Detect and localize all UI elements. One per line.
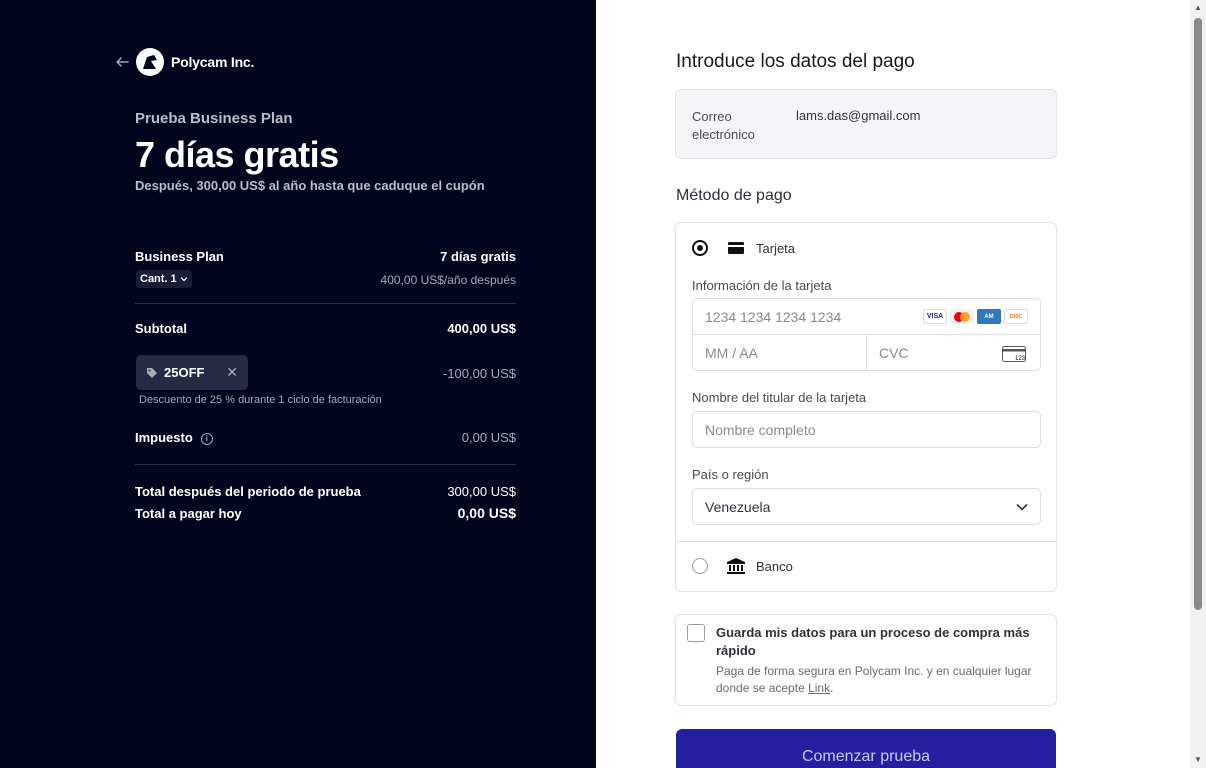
page-scrollbar[interactable]: ▲ ▼ xyxy=(1190,0,1206,768)
country-label: País o región xyxy=(692,467,769,482)
holder-label: Nombre del titular de la tarjeta xyxy=(692,390,867,405)
coupon-description: Descuento de 25 % durante 1 ciclo de fac… xyxy=(139,394,382,406)
visa-icon: VISA xyxy=(923,309,947,324)
coupon-code: 25OFF xyxy=(164,365,205,380)
amex-icon: AM xyxy=(977,309,1001,324)
save-info-checkbox[interactable] xyxy=(687,624,705,642)
total-after-trial-row: Total después del periodo de prueba 300,… xyxy=(135,484,516,499)
total-after-trial-value: 300,00 US$ xyxy=(447,484,516,499)
remove-coupon-icon[interactable]: ✕ xyxy=(226,364,238,381)
order-summary-panel: Polycam Inc. Prueba Business Plan 7 días… xyxy=(0,0,596,768)
country-select[interactable]: Venezuela xyxy=(692,488,1041,525)
save-info-description: Paga de forma segura en Polycam Inc. y e… xyxy=(716,663,1046,697)
total-today-row: Total a pagar hoy 0,00 US$ xyxy=(135,505,516,521)
save-info-title: Guarda mis datos para un proceso de comp… xyxy=(716,625,1030,658)
line-item-name: Business Plan xyxy=(135,249,224,264)
polycam-logo-icon xyxy=(143,55,157,69)
headline-price: 7 días gratis xyxy=(135,134,339,175)
subtotal-row: Subtotal 400,00 US$ xyxy=(135,321,516,336)
total-today-value: 0,00 US$ xyxy=(457,505,516,521)
payment-title: Introduce los datos del pago xyxy=(676,51,915,72)
merchant-name: Polycam Inc. xyxy=(171,54,255,70)
start-trial-button[interactable]: Comenzar prueba xyxy=(676,729,1056,768)
cvc-card-icon: 123 xyxy=(1002,346,1026,362)
credit-card-icon xyxy=(728,242,744,254)
coupon-chip: 25OFF ✕ xyxy=(136,355,248,390)
expiry-placeholder: MM / AA xyxy=(705,344,758,361)
holder-placeholder: Nombre completo xyxy=(705,421,816,438)
payment-method-box: Tarjeta Información de la tarjeta 1234 1… xyxy=(675,222,1057,592)
merchant-logo xyxy=(136,48,164,76)
card-brands: VISA AM DISC xyxy=(920,309,1028,324)
cardholder-name-input[interactable]: Nombre completo xyxy=(692,411,1041,448)
chevron-down-icon xyxy=(1016,504,1028,511)
save-info-period: . xyxy=(830,681,834,695)
email-display: Correo electrónico lams.das@gmail.com xyxy=(675,89,1057,159)
plan-trial-label: Prueba Business Plan xyxy=(135,110,293,127)
cvc-badge-text: 123 xyxy=(1015,356,1026,362)
card-radio[interactable] xyxy=(692,240,708,256)
scrollbar-thumb[interactable] xyxy=(1194,18,1202,610)
bank-icon xyxy=(727,558,745,574)
scroll-down-icon[interactable]: ▼ xyxy=(1194,756,1202,764)
line-item-price: 7 días gratis xyxy=(440,249,516,264)
email-label: Correo electrónico xyxy=(692,109,755,142)
cvc-placeholder: CVC xyxy=(879,344,909,361)
payment-method-title: Método de pago xyxy=(676,187,792,204)
total-today-label: Total a pagar hoy xyxy=(135,506,242,521)
cvc-input[interactable]: CVC 123 xyxy=(866,334,1041,371)
after-price-row: 400,00 US$/año después xyxy=(135,273,516,287)
card-number-input[interactable]: 1234 1234 1234 1234 VISA AM DISC xyxy=(692,298,1041,335)
after-trial-note: Después, 300,00 US$ al año hasta que cad… xyxy=(135,178,485,193)
total-after-trial-label: Total después del periodo de prueba xyxy=(135,484,361,499)
line-item-row: Business Plan 7 días gratis xyxy=(135,249,516,264)
mastercard-icon xyxy=(950,309,974,324)
save-info-box: Guarda mis datos para un proceso de comp… xyxy=(675,614,1057,706)
divider xyxy=(135,464,516,465)
tax-row: Impuesto i 0,00 US$ xyxy=(135,430,516,445)
email-value: lams.das@gmail.com xyxy=(796,108,921,123)
save-info-description-text: Paga de forma segura en Polycam Inc. y e… xyxy=(716,664,1032,695)
coupon-discount: -100,00 US$ xyxy=(443,366,516,381)
tax-label-group: Impuesto i xyxy=(135,430,213,445)
country-value: Venezuela xyxy=(705,498,771,515)
divider xyxy=(135,303,516,304)
bank-option-label: Banco xyxy=(756,559,793,574)
coupon-discount-row: -100,00 US$ xyxy=(400,366,516,381)
bank-radio[interactable] xyxy=(692,558,708,574)
expiry-input[interactable]: MM / AA xyxy=(692,334,867,371)
subtotal-label: Subtotal xyxy=(135,321,187,336)
card-info-label: Información de la tarjeta xyxy=(692,278,832,293)
info-icon[interactable]: i xyxy=(200,432,213,445)
tag-icon xyxy=(147,367,157,378)
scroll-up-icon[interactable]: ▲ xyxy=(1194,4,1202,12)
subtotal-value: 400,00 US$ xyxy=(447,321,516,336)
divider xyxy=(676,541,1056,542)
card-number-placeholder: 1234 1234 1234 1234 xyxy=(705,308,842,325)
link-link[interactable]: Link xyxy=(808,681,830,695)
line-item-after-price: 400,00 US$/año después xyxy=(380,273,516,287)
tax-value: 0,00 US$ xyxy=(461,430,516,445)
tax-label: Impuesto xyxy=(135,430,193,445)
discover-icon: DISC xyxy=(1004,309,1028,324)
back-arrow-icon[interactable] xyxy=(114,54,130,70)
card-option-label: Tarjeta xyxy=(756,241,796,256)
